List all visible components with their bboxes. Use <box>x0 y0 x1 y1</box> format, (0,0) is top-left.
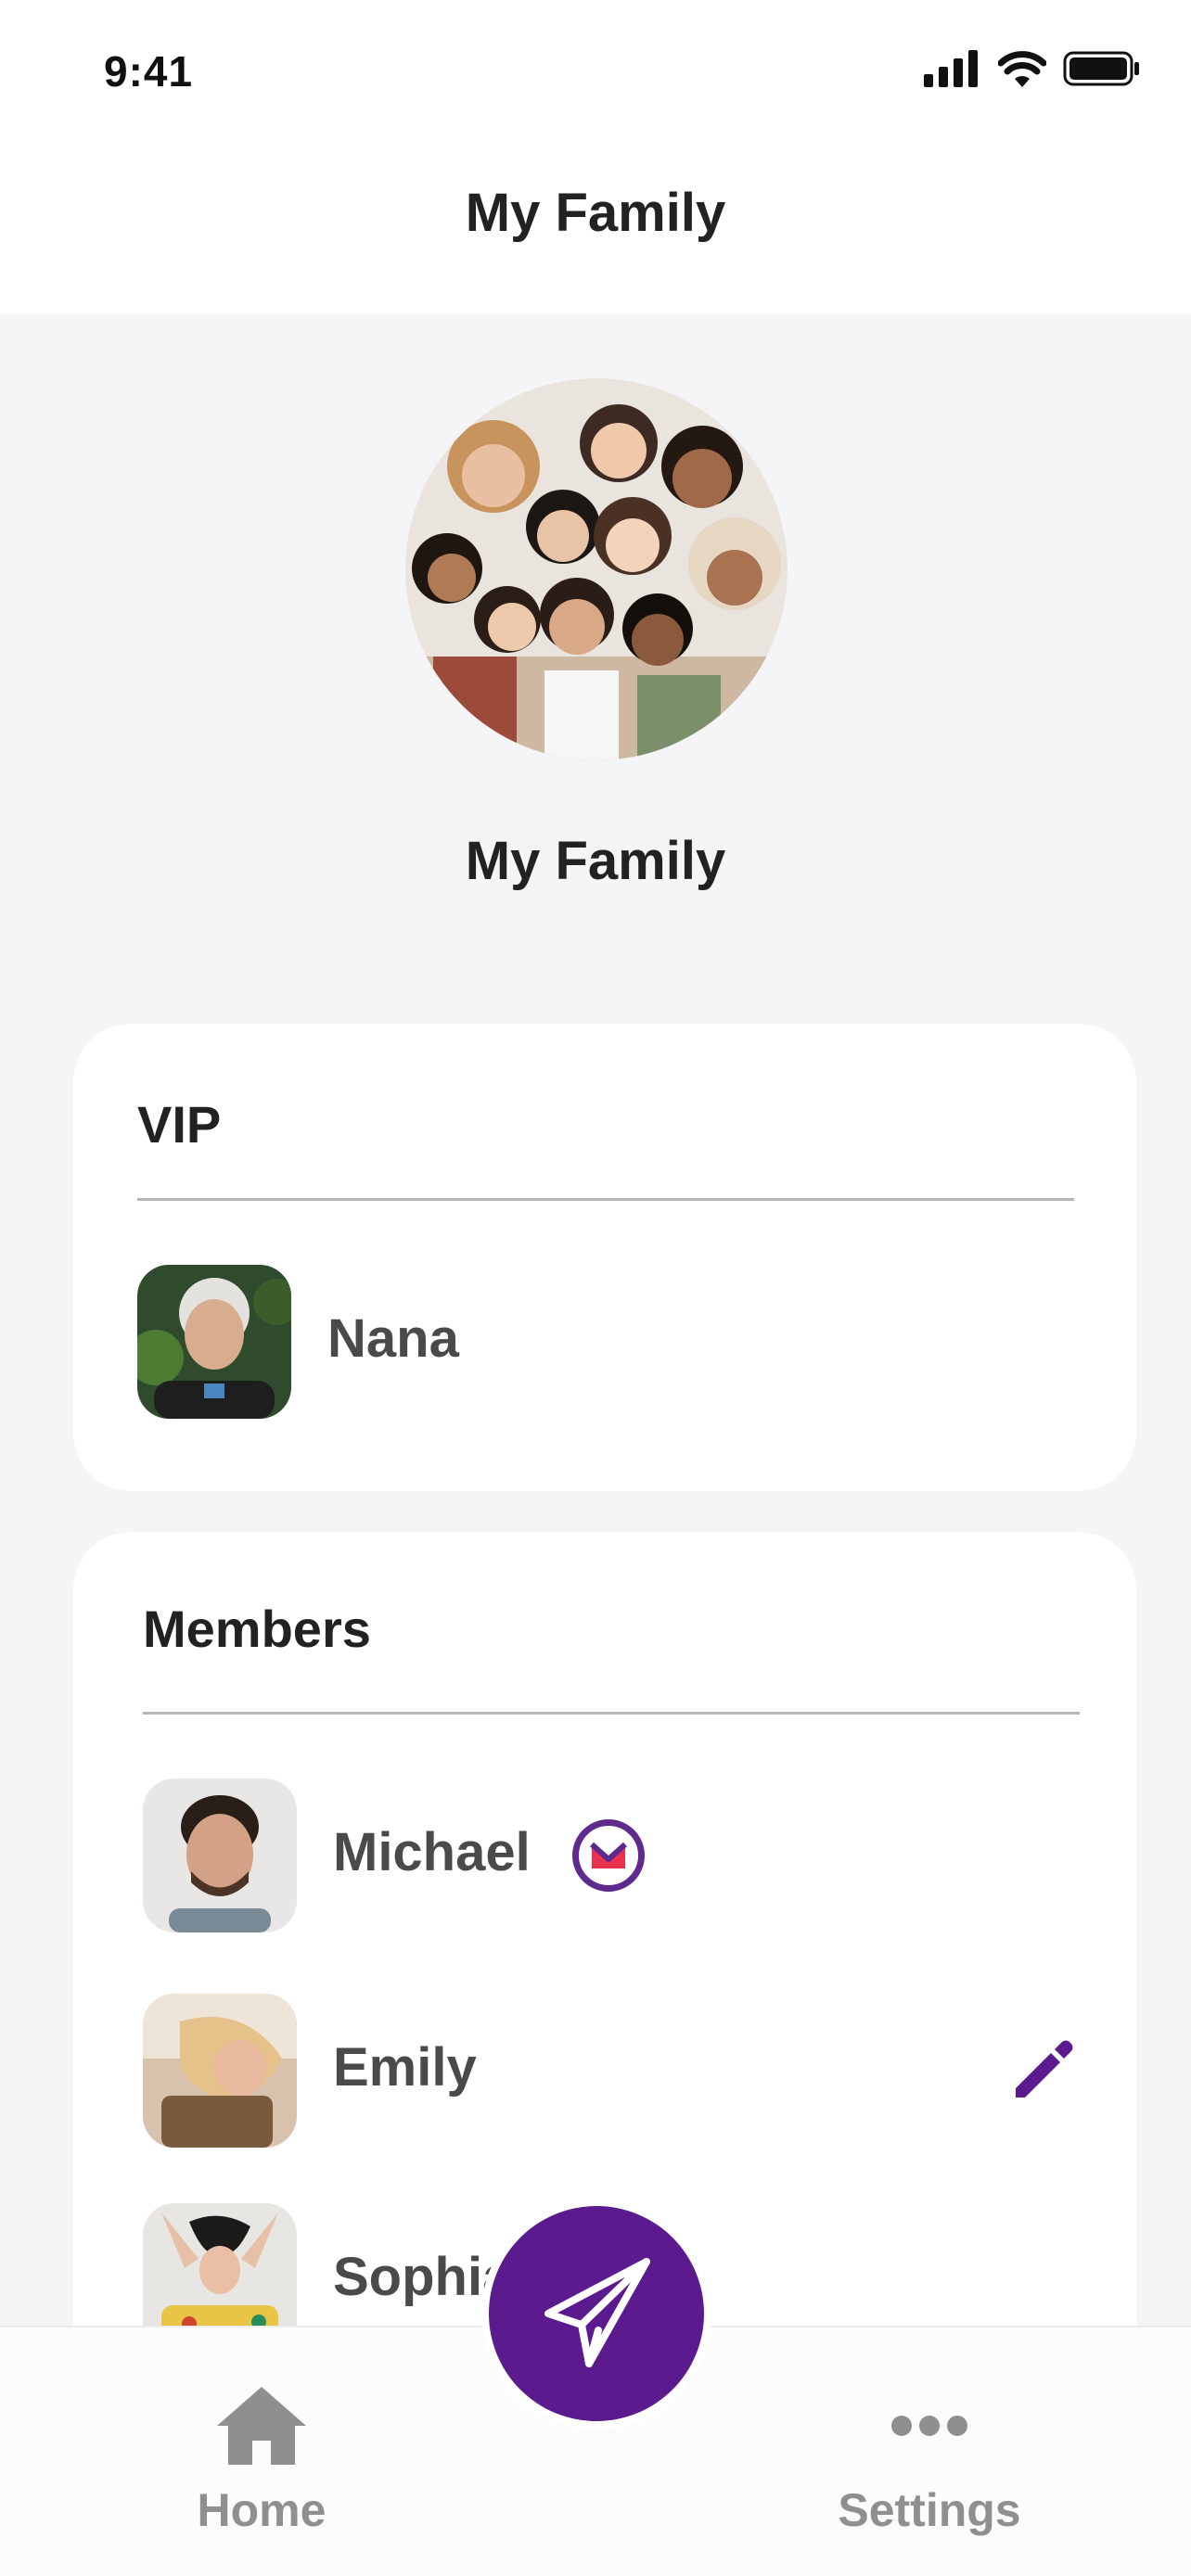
family-screen: 9:41 My Family My Family VIP Nana Member… <box>0 0 1191 2576</box>
cellular-signal-icon <box>924 50 978 87</box>
m-badge-icon <box>572 1819 645 1892</box>
tab-home[interactable]: Home <box>76 2327 447 2576</box>
member-name: Michael <box>333 1822 531 1882</box>
members-section-title: Members <box>143 1600 371 1658</box>
battery-icon <box>1063 51 1139 86</box>
top-bar: 9:41 My Family <box>0 0 1191 314</box>
member-row-michael[interactable]: Michael <box>73 1779 1136 1932</box>
paper-plane-icon <box>544 2258 650 2367</box>
members-divider <box>143 1712 1080 1715</box>
vip-card: VIP Nana <box>73 1024 1136 1491</box>
home-icon <box>217 2387 306 2465</box>
status-time: 9:41 <box>104 47 194 96</box>
vip-member-row[interactable]: Nana <box>73 1265 1136 1419</box>
wifi-icon <box>998 51 1046 87</box>
pencil-icon[interactable] <box>1008 2034 1079 2105</box>
avatar <box>143 1779 297 1932</box>
member-row-emily[interactable]: Emily <box>73 1994 1136 2148</box>
tab-settings[interactable]: Settings <box>744 2327 1115 2576</box>
compose-button[interactable] <box>489 2206 704 2421</box>
group-photo[interactable] <box>405 378 788 760</box>
tab-label-home: Home <box>197 2484 327 2536</box>
page-title: My Family <box>465 183 726 243</box>
status-icons <box>924 50 1141 87</box>
tab-label-settings: Settings <box>838 2484 1021 2536</box>
avatar <box>137 1265 291 1419</box>
vip-divider <box>137 1198 1074 1201</box>
member-name: Emily <box>333 2037 477 2098</box>
member-name: Sophia <box>333 2247 513 2307</box>
avatar <box>143 1994 297 2148</box>
more-dots-icon <box>891 2416 967 2436</box>
member-name: Nana <box>327 1308 459 1369</box>
group-name: My Family <box>465 831 726 891</box>
vip-section-title: VIP <box>137 1095 222 1154</box>
